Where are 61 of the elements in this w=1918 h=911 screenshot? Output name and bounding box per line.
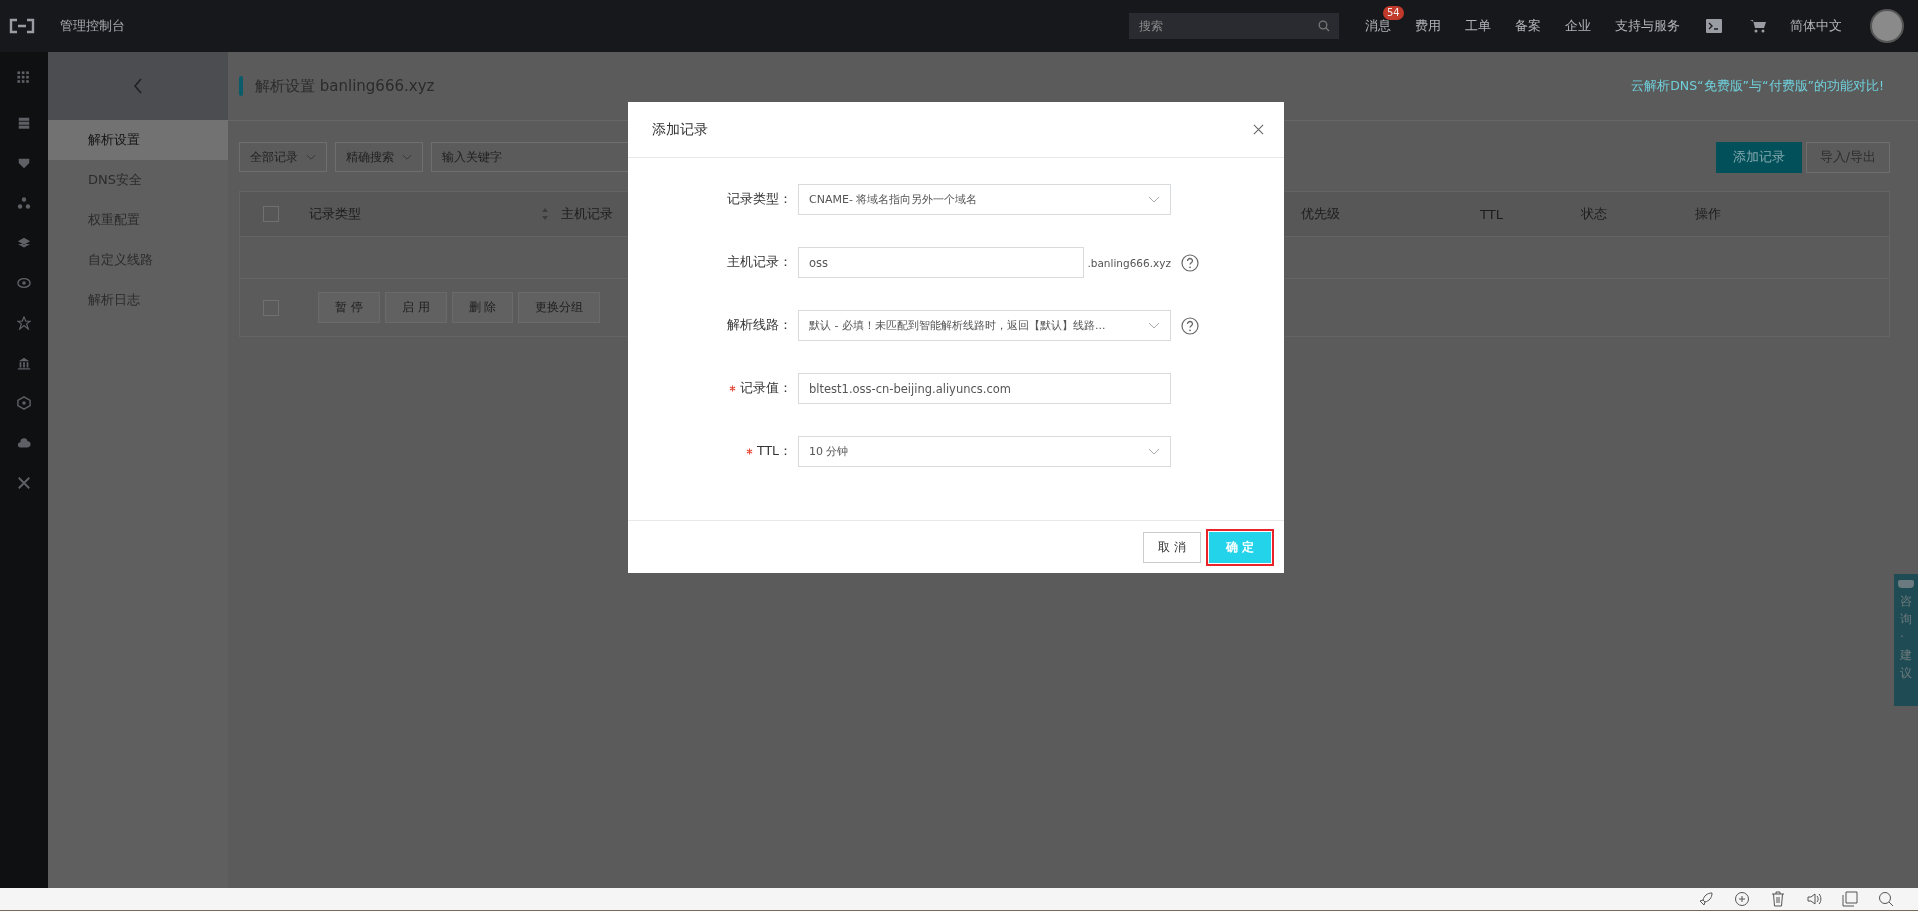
chevron-icon <box>402 153 412 161</box>
field-label: 记录类型： <box>727 191 792 208</box>
nav-link[interactable]: 企业 <box>1565 17 1591 35</box>
column-header: TTL <box>1480 206 1503 222</box>
select-field[interactable]: 10 分钟 <box>798 436 1171 467</box>
avatar[interactable] <box>1870 9 1904 43</box>
rocket-icon[interactable] <box>1698 891 1714 907</box>
checkbox[interactable] <box>263 206 279 222</box>
cart-icon[interactable] <box>1750 19 1766 33</box>
chevron-icon <box>306 153 316 161</box>
speaker-icon[interactable] <box>1806 891 1822 907</box>
chevron-icon <box>1148 195 1160 204</box>
sidebar-item[interactable]: 解析设置 <box>48 120 228 160</box>
nav-link[interactable]: 工单 <box>1465 17 1491 35</box>
feedback-tab[interactable]: 咨询·建议 <box>1894 574 1918 706</box>
select-field[interactable]: 默认 - 必填！未匹配到智能解析线路时，返回【默认】线路... <box>798 310 1171 341</box>
help-icon[interactable] <box>1181 253 1199 272</box>
grid-icon[interactable] <box>17 71 31 85</box>
chevron-icon <box>1148 321 1160 330</box>
compare-link[interactable]: 云解析DNS“免费版”与“付费版”的功能对比! <box>1631 77 1884 95</box>
eye-icon[interactable] <box>17 276 31 290</box>
server-icon[interactable] <box>17 116 31 130</box>
window-icon[interactable] <box>1842 891 1858 907</box>
console-title[interactable]: 管理控制台 <box>60 17 125 35</box>
feedback-label: 咨询·建议 <box>1900 593 1912 682</box>
star-icon[interactable] <box>17 316 31 330</box>
terminal-icon[interactable] <box>1706 19 1722 33</box>
bank-icon[interactable] <box>17 356 31 370</box>
search-icon[interactable] <box>1318 20 1330 32</box>
cancel-button[interactable]: 取 消 <box>1143 531 1201 563</box>
domain-suffix: .banling666.xyz <box>1086 255 1171 270</box>
column-header: 优先级 <box>1301 205 1340 223</box>
language-menu[interactable]: 简体中文 <box>1790 17 1842 35</box>
select-field[interactable]: CNAME- 将域名指向另外一个域名 <box>798 184 1171 215</box>
nav-link[interactable]: 备案 <box>1515 17 1541 35</box>
search-icon[interactable] <box>1878 891 1894 907</box>
trash-icon[interactable] <box>1770 891 1786 907</box>
back-icon[interactable] <box>133 78 143 94</box>
field-label: 记录值： <box>740 380 792 397</box>
nav-link[interactable]: 消息 <box>1365 17 1391 35</box>
input-field[interactable]: oss <box>798 247 1084 278</box>
cube-icon[interactable] <box>17 396 31 410</box>
count-badge: 54 <box>1383 6 1404 20</box>
shield-icon[interactable] <box>17 156 31 170</box>
input-field[interactable]: bltest1.oss-cn-beijing.aliyuncs.com <box>798 373 1171 404</box>
field-label: 解析线路： <box>727 317 792 334</box>
layers-icon[interactable] <box>17 236 31 250</box>
close-icon[interactable] <box>1253 124 1264 135</box>
nav-link[interactable]: 支持与服务 <box>1615 17 1680 35</box>
logo-icon[interactable] <box>8 18 36 34</box>
chevron-icon <box>1148 447 1160 456</box>
nodes-icon[interactable] <box>17 196 31 210</box>
field-label: TTL： <box>757 443 792 460</box>
cloud-icon[interactable] <box>17 436 31 450</box>
nav-link[interactable]: 费用 <box>1415 17 1441 35</box>
plus-circle-icon[interactable] <box>1734 891 1750 907</box>
field-label: 主机记录： <box>727 254 792 271</box>
search-field[interactable]: 搜索 <box>1129 13 1309 39</box>
action-button[interactable]: 添加记录 <box>1715 141 1802 173</box>
dialog-title: 添加记录 <box>652 120 708 139</box>
help-icon[interactable] <box>1181 316 1199 335</box>
